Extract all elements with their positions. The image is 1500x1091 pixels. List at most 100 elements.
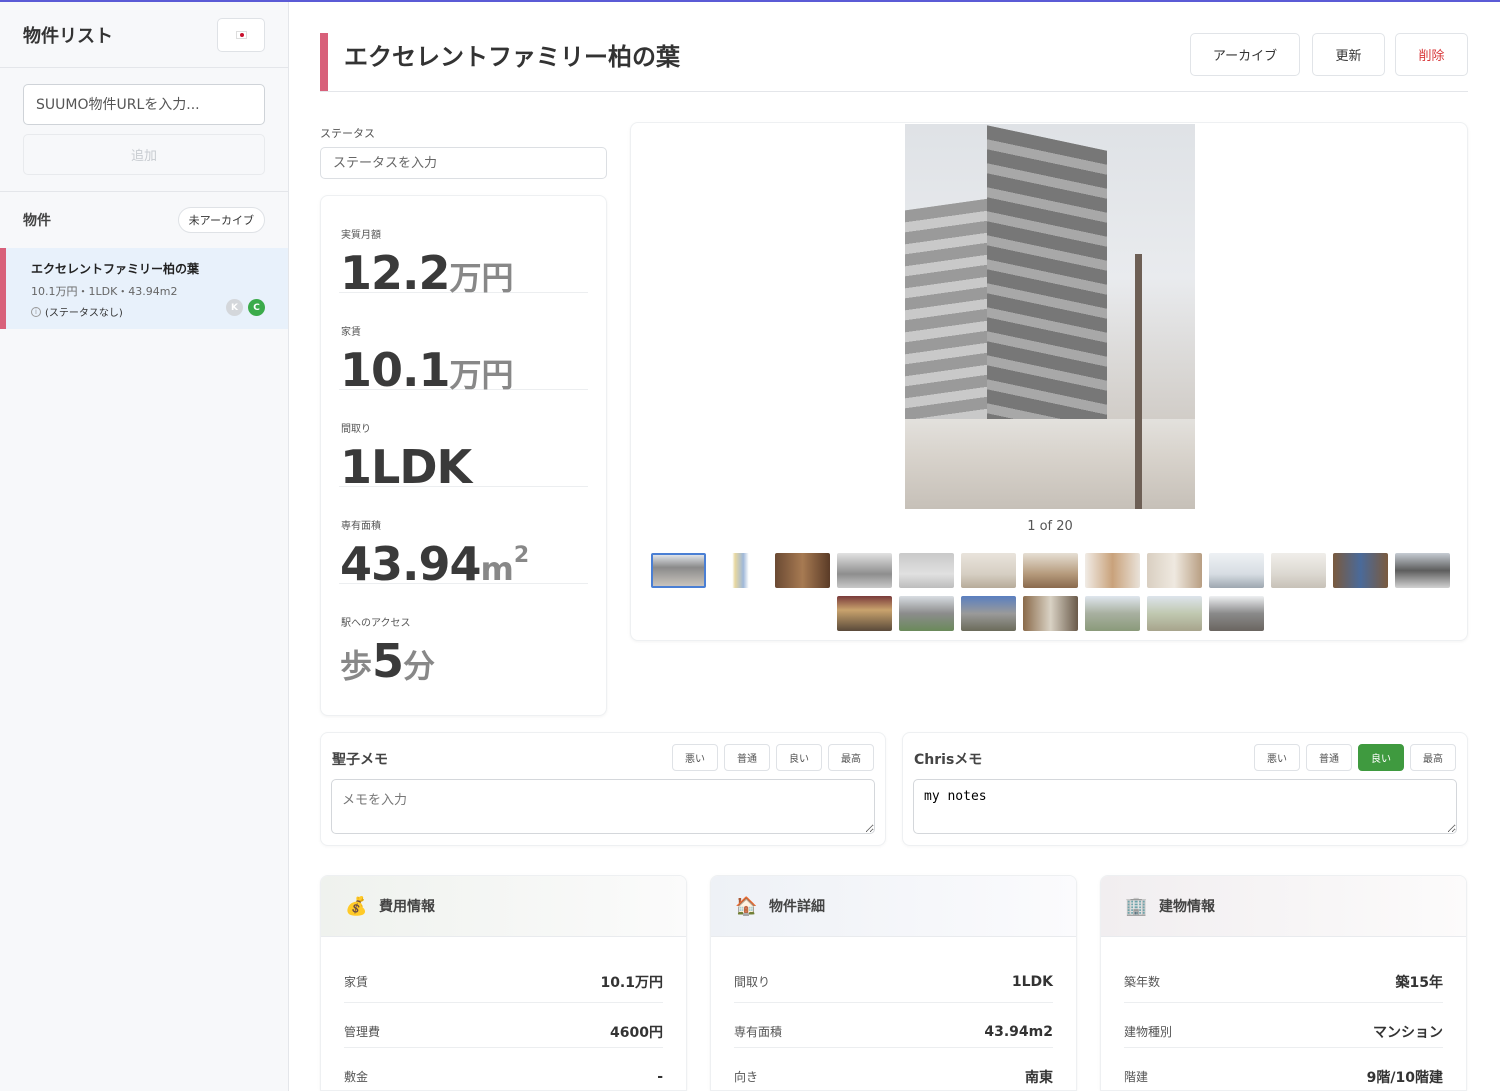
- stat-value: 43.94m2: [340, 537, 530, 591]
- stat-value: 12.2万円: [340, 246, 514, 300]
- thumbnail[interactable]: [836, 553, 892, 588]
- property-item-status-text: (ステータスなし): [45, 308, 123, 319]
- delete-button[interactable]: 削除: [1395, 33, 1468, 76]
- memo-textarea[interactable]: [913, 779, 1457, 834]
- info-row: 向き 南東: [734, 1048, 1053, 1090]
- card-rows: 家賃 10.1万円 管理費 4600円 敷金 -: [321, 937, 686, 1090]
- property-item-meta: 10.1万円・1LDK・43.94m2: [31, 285, 178, 298]
- house-icon: 🏠: [735, 895, 758, 917]
- page-title: エクセレントファミリー柏の葉: [344, 43, 680, 71]
- thumbnail[interactable]: [1022, 596, 1078, 631]
- rating-group: 悪い 普通 良い 最高: [1254, 744, 1456, 771]
- thumbnail[interactable]: [1394, 553, 1450, 588]
- thumbnail[interactable]: [1146, 553, 1202, 588]
- archive-button[interactable]: アーカイブ: [1190, 33, 1300, 76]
- japan-flag-icon: [235, 30, 247, 39]
- stat-label: 専有面積: [341, 521, 381, 532]
- stat-label: 実質月額: [341, 230, 381, 241]
- header-accent-bar: [320, 33, 328, 91]
- thumbnail[interactable]: [836, 596, 892, 631]
- card-header: 🏢 建物情報: [1101, 876, 1466, 937]
- page-header: エクセレントファミリー柏の葉 アーカイブ 更新 削除: [320, 33, 1468, 92]
- rating-good-button[interactable]: 良い: [1358, 744, 1404, 771]
- status-label: ステータス: [320, 127, 375, 140]
- property-detail-card: 🏠 物件詳細 間取り 1LDK 専有面積 43.94m2 向き 南東: [710, 875, 1077, 1091]
- add-property-form: 追加: [0, 68, 288, 192]
- thumbnail-strip: [650, 553, 1450, 631]
- thumbnail[interactable]: [1332, 553, 1388, 588]
- card-header: 💰 費用情報: [321, 876, 686, 937]
- archive-filter-button[interactable]: 未アーカイブ: [177, 207, 265, 233]
- card-title: 費用情報: [379, 899, 435, 915]
- thumbnail[interactable]: [960, 553, 1016, 588]
- info-row: 敷金 -: [344, 1048, 663, 1090]
- sidebar: 物件リスト 追加 物件 未アーカイブ エクセレントファミリー柏の葉 10.1万円…: [0, 2, 289, 1091]
- thumbnail[interactable]: [1270, 553, 1326, 588]
- rating-normal-button[interactable]: 普通: [1306, 744, 1352, 771]
- office-building-icon: 🏢: [1125, 895, 1148, 917]
- key-stats-panel: 実質月額 12.2万円 家賃 10.1万円 間取り 1LDK 専有面積 43.9…: [320, 195, 607, 716]
- sidebar-header: 物件リスト: [0, 2, 288, 68]
- rating-best-button[interactable]: 最高: [828, 744, 874, 771]
- cost-info-card: 💰 費用情報 家賃 10.1万円 管理費 4600円 敷金 -: [320, 875, 687, 1091]
- thumbnail[interactable]: [898, 596, 954, 631]
- suumo-url-input[interactable]: [23, 84, 265, 125]
- sidebar-title: 物件リスト: [23, 25, 113, 47]
- status-input[interactable]: [320, 147, 607, 179]
- thumbnail[interactable]: [1084, 596, 1140, 631]
- money-bag-icon: 💰: [345, 895, 368, 917]
- stat-value: 1LDK: [340, 440, 472, 494]
- memo-seiko: 聖子メモ 悪い 普通 良い 最高: [320, 732, 886, 846]
- rating-group: 悪い 普通 良い 最高: [672, 744, 874, 771]
- update-button[interactable]: 更新: [1312, 33, 1385, 76]
- card-title: 建物情報: [1159, 899, 1215, 915]
- info-row: 建物種別 マンション: [1124, 1003, 1443, 1048]
- info-row: 家賃 10.1万円: [344, 937, 663, 1003]
- rating-good-button[interactable]: 良い: [776, 744, 822, 771]
- info-row: 管理費 4600円: [344, 1003, 663, 1048]
- stat-area: 専有面積 43.94m2: [339, 487, 588, 591]
- card-rows: 間取り 1LDK 専有面積 43.94m2 向き 南東: [711, 937, 1076, 1090]
- rating-bad-button[interactable]: 悪い: [1254, 744, 1300, 771]
- property-item-badges: K C: [226, 299, 265, 316]
- stat-label: 駅へのアクセス: [341, 618, 411, 629]
- thumbnail[interactable]: [898, 553, 954, 588]
- info-row: 築年数 築15年: [1124, 937, 1443, 1003]
- thumbnail[interactable]: [650, 553, 706, 588]
- photo-ground: [905, 419, 1195, 509]
- property-list-item[interactable]: エクセレントファミリー柏の葉 10.1万円・1LDK・43.94m2 i (ステ…: [0, 248, 288, 329]
- photo-utility-pole: [1135, 254, 1142, 509]
- thumbnail[interactable]: [712, 553, 768, 588]
- info-icon: i: [31, 306, 41, 317]
- property-section-title: 物件: [23, 213, 51, 229]
- memo-chris: Chrisメモ 悪い 普通 良い 最高: [902, 732, 1468, 846]
- info-row: 階建 9階/10階建: [1124, 1048, 1443, 1090]
- add-button[interactable]: 追加: [23, 134, 265, 175]
- card-rows: 築年数 築15年 建物種別 マンション 階建 9階/10階建: [1101, 937, 1466, 1090]
- card-header: 🏠 物件詳細: [711, 876, 1076, 937]
- building-info-card: 🏢 建物情報 築年数 築15年 建物種別 マンション 階建 9階/10階建: [1100, 875, 1467, 1091]
- stat-value: 歩5分: [340, 634, 436, 688]
- stat-label: 家賃: [341, 327, 361, 338]
- rating-bad-button[interactable]: 悪い: [672, 744, 718, 771]
- memo-title: Chrisメモ: [914, 752, 983, 768]
- photo-counter: 1 of 20: [1027, 519, 1073, 534]
- rating-best-button[interactable]: 最高: [1410, 744, 1456, 771]
- stat-station-access: 駅へのアクセス 歩5分: [339, 584, 588, 688]
- stat-value: 10.1万円: [340, 343, 514, 397]
- rating-normal-button[interactable]: 普通: [724, 744, 770, 771]
- thumbnail[interactable]: [1084, 553, 1140, 588]
- thumbnail[interactable]: [1208, 553, 1264, 588]
- thumbnail[interactable]: [960, 596, 1016, 631]
- language-toggle-button[interactable]: [217, 17, 265, 52]
- thumbnail[interactable]: [1208, 596, 1264, 631]
- card-title: 物件詳細: [769, 899, 825, 915]
- info-row: 専有面積 43.94m2: [734, 1003, 1053, 1048]
- property-item-name: エクセレントファミリー柏の葉: [31, 262, 200, 276]
- memo-textarea[interactable]: [331, 779, 875, 834]
- memo-title: 聖子メモ: [332, 752, 388, 768]
- thumbnail[interactable]: [1022, 553, 1078, 588]
- thumbnail[interactable]: [774, 553, 830, 588]
- main-photo[interactable]: [905, 124, 1195, 509]
- thumbnail[interactable]: [1146, 596, 1202, 631]
